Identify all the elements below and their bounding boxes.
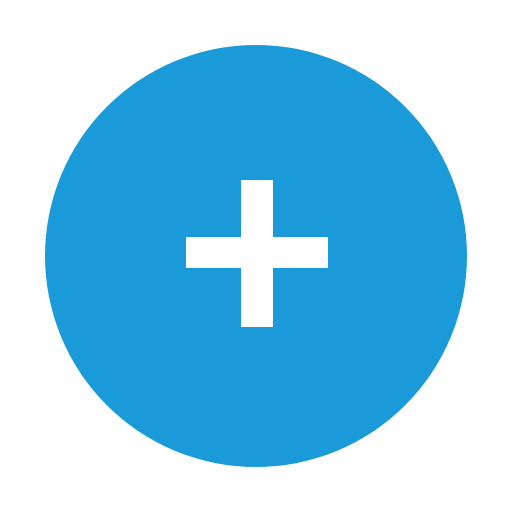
add-button[interactable] <box>45 45 467 467</box>
plus-horizontal-bar <box>186 237 328 268</box>
plus-icon <box>186 180 328 327</box>
canvas <box>0 0 512 512</box>
